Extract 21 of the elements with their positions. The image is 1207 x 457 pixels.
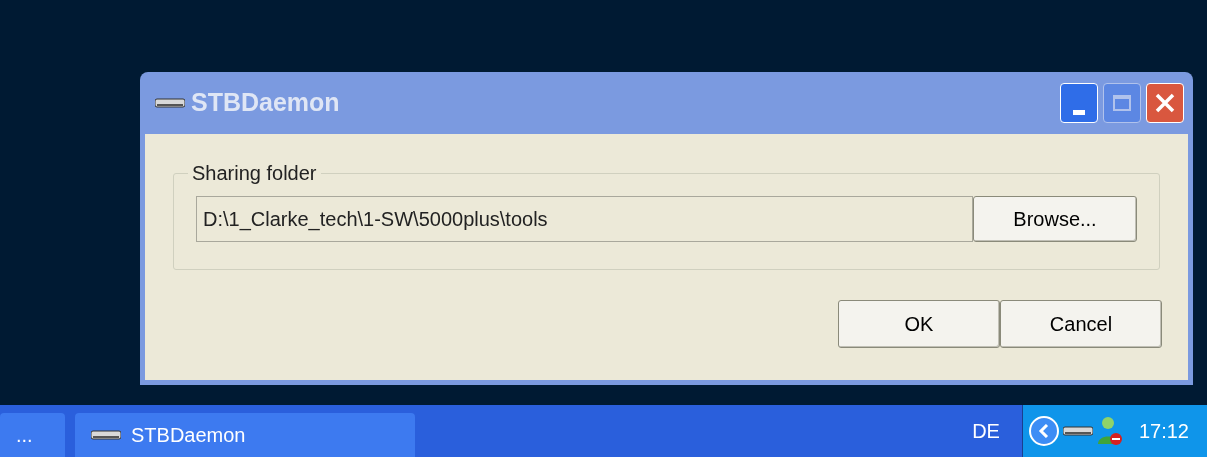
chevron-left-icon: [1037, 424, 1050, 438]
user-icon[interactable]: [1096, 416, 1123, 446]
cancel-button[interactable]: Cancel: [1000, 300, 1162, 348]
minimize-button[interactable]: [1060, 83, 1098, 123]
group-label: Sharing folder: [191, 161, 318, 186]
browse-button[interactable]: Browse...: [973, 196, 1137, 242]
maximize-icon: [1113, 95, 1131, 111]
language-indicator[interactable]: DE: [972, 416, 1000, 446]
window-title: STBDaemon: [191, 87, 341, 119]
taskbar-button[interactable]: STBDaemon: [75, 413, 415, 457]
device-icon: [1062, 426, 1093, 436]
show-hidden-icons-button[interactable]: [1028, 416, 1059, 446]
device-icon: [91, 430, 121, 440]
ok-button[interactable]: OK: [838, 300, 1000, 348]
device-icon: [155, 98, 185, 108]
taskbar-button[interactable]: ...: [0, 413, 65, 457]
close-button[interactable]: [1146, 83, 1184, 123]
minimize-icon: [1073, 109, 1085, 115]
close-icon: [1154, 92, 1176, 114]
clock: 17:12: [1138, 419, 1189, 444]
path-field[interactable]: D:\1_Clarke_tech\1-SW\5000plus\tools: [196, 196, 973, 242]
